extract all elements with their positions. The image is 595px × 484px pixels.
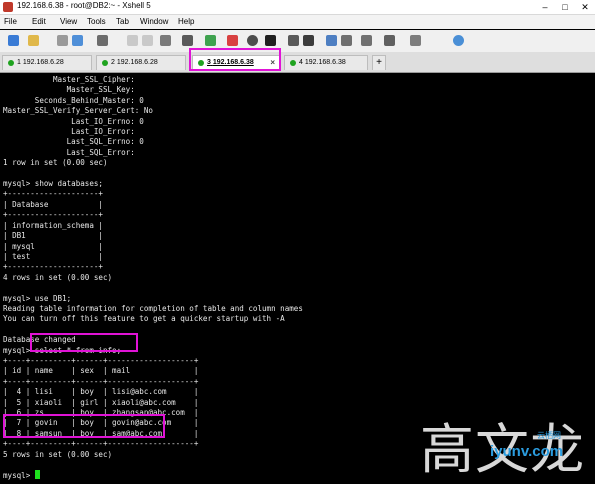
minimize-button[interactable]: – bbox=[535, 0, 555, 14]
close-tab-icon[interactable]: × bbox=[270, 58, 275, 67]
new-session-icon[interactable] bbox=[8, 35, 19, 46]
xftp-icon[interactable] bbox=[227, 35, 238, 46]
fullscreen-icon[interactable] bbox=[326, 35, 337, 46]
menu-tools[interactable]: Tools bbox=[87, 17, 106, 26]
terminal-text: Master_SSL_Cipher: Master_SSL_Key: Secon… bbox=[3, 75, 303, 459]
color-scheme-icon[interactable] bbox=[288, 35, 299, 46]
keyboard-icon[interactable] bbox=[361, 35, 372, 46]
transfer-icon[interactable] bbox=[205, 35, 216, 46]
menu-edit[interactable]: Edit bbox=[32, 17, 46, 26]
connected-status-icon bbox=[198, 60, 204, 66]
print-icon[interactable] bbox=[182, 35, 193, 46]
reconnect-icon[interactable] bbox=[72, 35, 83, 46]
tab-session-1[interactable]: 1 192.168.6.28 bbox=[2, 55, 92, 70]
site-logo-small: 云栖网 bbox=[537, 431, 561, 440]
tab-number: 3 bbox=[207, 59, 211, 66]
tab-label: 192.168.6.28 bbox=[116, 59, 158, 66]
compose-icon[interactable] bbox=[384, 35, 395, 46]
menu-window[interactable]: Window bbox=[140, 17, 168, 26]
tab-label: 192.168.6.28 bbox=[22, 59, 64, 66]
tab-session-3[interactable]: 3 192.168.6.38 × bbox=[192, 55, 280, 70]
globe-icon[interactable] bbox=[247, 35, 258, 46]
lock-icon[interactable] bbox=[341, 35, 352, 46]
tab-label: 192.168.6.38 bbox=[212, 59, 254, 66]
copy-icon[interactable] bbox=[127, 35, 138, 46]
terminal-cursor bbox=[34, 470, 40, 480]
tab-session-4[interactable]: 4 192.168.6.38 bbox=[284, 55, 368, 70]
window-title: 192.168.6.38 - root@DB2:~ - Xshell 5 bbox=[17, 1, 151, 10]
menu-help[interactable]: Help bbox=[178, 17, 194, 26]
tab-number: 2 bbox=[111, 59, 115, 66]
tab-number: 4 bbox=[299, 59, 303, 66]
find-icon[interactable] bbox=[160, 35, 171, 46]
tab-label: 192.168.6.38 bbox=[304, 59, 346, 66]
open-folder-icon[interactable] bbox=[28, 35, 39, 46]
title-bar: 192.168.6.38 - root@DB2:~ - Xshell 5 – □… bbox=[0, 0, 595, 15]
xshell-app-icon[interactable] bbox=[3, 2, 13, 12]
menu-bar: File Edit View Tools Tab Window Help bbox=[0, 15, 595, 29]
disconnect-icon[interactable] bbox=[57, 35, 68, 46]
menu-view[interactable]: View bbox=[60, 17, 77, 26]
mysql-prompt: mysql> bbox=[3, 471, 35, 481]
connected-status-icon bbox=[290, 60, 296, 66]
site-logo: iyunv.com bbox=[490, 443, 564, 460]
font-icon[interactable] bbox=[265, 35, 276, 46]
script-icon[interactable] bbox=[303, 35, 314, 46]
menu-file[interactable]: File bbox=[4, 17, 17, 26]
paste-icon[interactable] bbox=[142, 35, 153, 46]
help-icon[interactable] bbox=[453, 35, 464, 46]
connected-status-icon bbox=[102, 60, 108, 66]
close-button[interactable]: ✕ bbox=[575, 0, 595, 14]
add-icon[interactable] bbox=[410, 35, 421, 46]
menu-tab[interactable]: Tab bbox=[116, 17, 129, 26]
terminal-output: Master_SSL_Cipher: Master_SSL_Key: Secon… bbox=[3, 75, 303, 482]
properties-icon[interactable] bbox=[97, 35, 108, 46]
connected-status-icon bbox=[8, 60, 14, 66]
tab-session-2[interactable]: 2 192.168.6.28 bbox=[96, 55, 186, 70]
add-tab-button[interactable]: + bbox=[372, 55, 386, 70]
toolbar bbox=[0, 30, 595, 53]
tab-number: 1 bbox=[17, 59, 21, 66]
session-tabs: 1 192.168.6.28 2 192.168.6.28 3 192.168.… bbox=[0, 52, 595, 73]
maximize-button[interactable]: □ bbox=[555, 0, 575, 14]
